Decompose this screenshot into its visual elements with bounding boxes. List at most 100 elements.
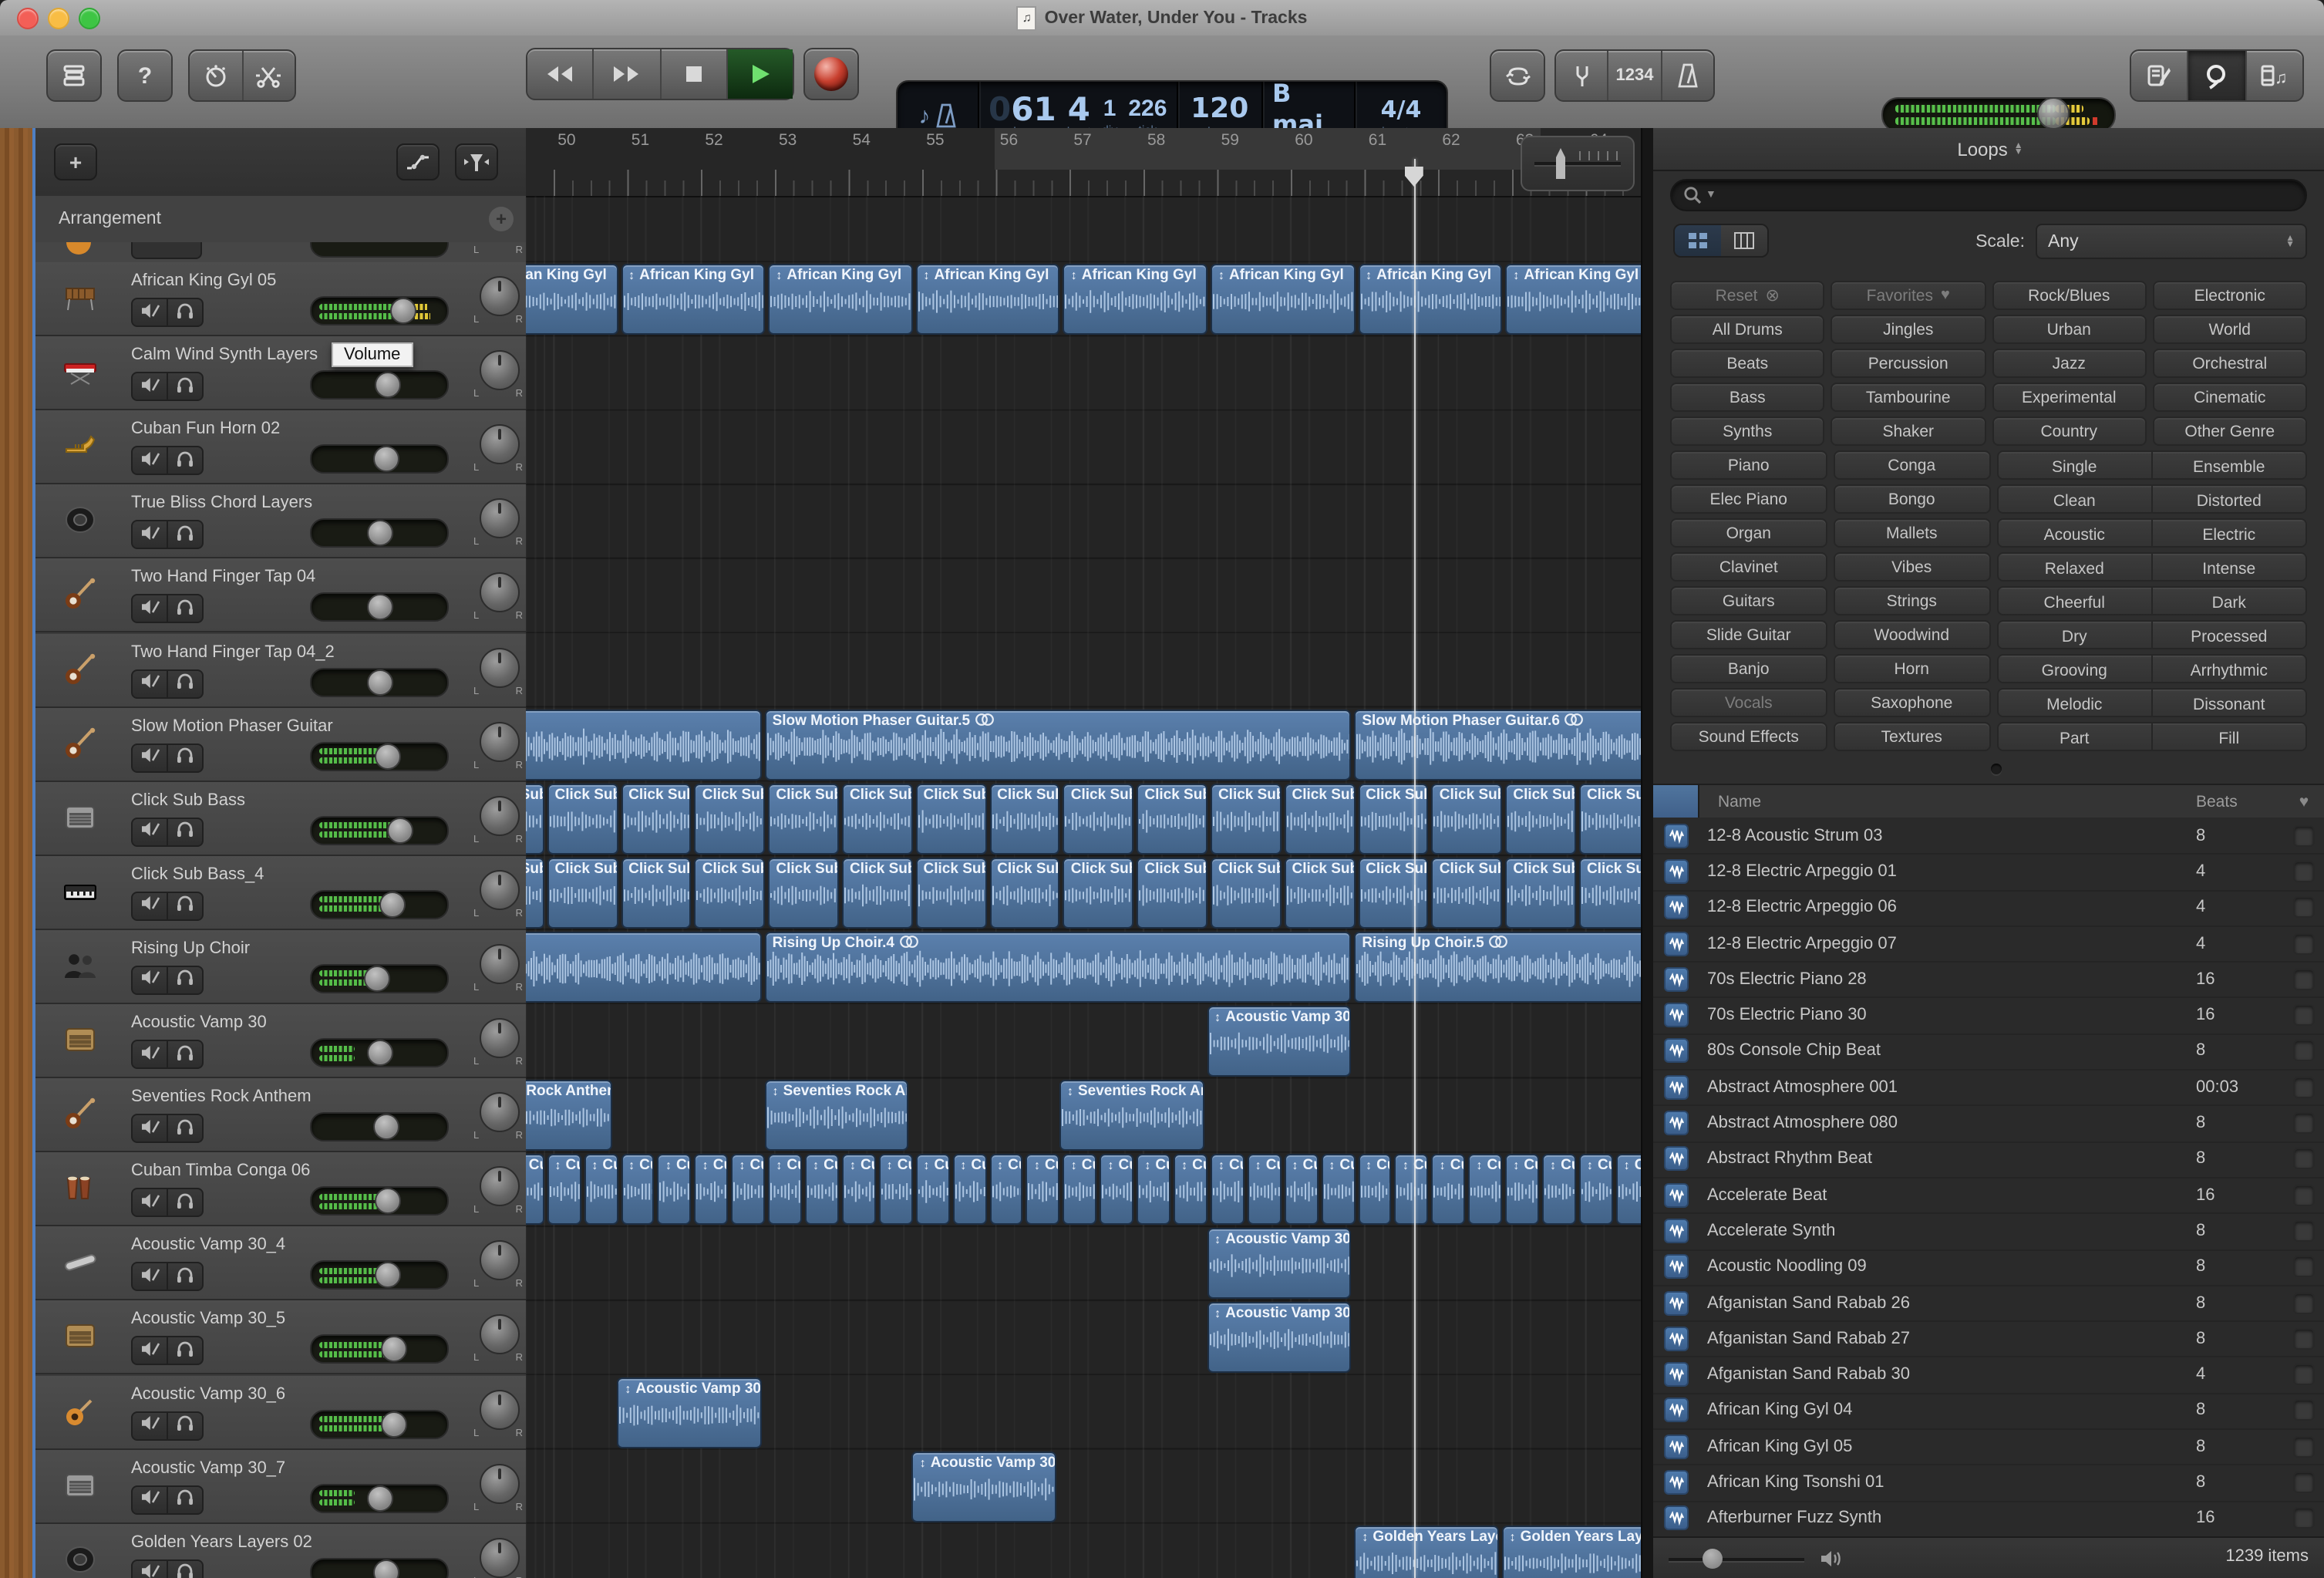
- partial-track-row[interactable]: LR: [35, 242, 526, 264]
- note-pads-button[interactable]: [2131, 51, 2189, 100]
- audio-region[interactable]: Click Sub Bass_2: [1137, 783, 1207, 854]
- mute-button[interactable]: [131, 1114, 168, 1143]
- filter-button-fill[interactable]: Fill: [2153, 723, 2306, 751]
- audio-region[interactable]: ↕Seventies Rock Anthem: [1059, 1080, 1204, 1151]
- audio-region[interactable]: ↕Cuban Timba Conga: [1321, 1154, 1355, 1225]
- track-name[interactable]: Slow Motion Phaser Guitar: [131, 717, 333, 735]
- track-volume-slider[interactable]: [310, 1335, 449, 1364]
- audio-region[interactable]: ↕Cuban Timba Conga: [1542, 1154, 1576, 1225]
- mute-button[interactable]: [131, 892, 168, 921]
- audio-region[interactable]: Click Sub Bass_2: [1505, 783, 1576, 854]
- track-volume-slider[interactable]: [310, 1261, 449, 1290]
- audio-region[interactable]: ↕Cuban Timba Conga: [1469, 1154, 1503, 1225]
- track-header-row[interactable]: True Bliss Chord Layers LR: [35, 485, 526, 559]
- filter-button-saxophone[interactable]: Saxophone: [1834, 688, 1991, 717]
- track-volume-slider[interactable]: [310, 1483, 449, 1512]
- track-name[interactable]: Click Sub Bass: [131, 791, 245, 809]
- solo-button[interactable]: [168, 1559, 204, 1578]
- audio-region[interactable]: ↕African King Gyl: [1063, 264, 1207, 335]
- favorite-checkbox[interactable]: [2293, 932, 2315, 954]
- icon-column-header[interactable]: [1653, 785, 1699, 818]
- pan-knob[interactable]: [480, 1315, 520, 1355]
- track-name[interactable]: Two Hand Finger Tap 04_2: [131, 642, 335, 661]
- mute-button[interactable]: [131, 372, 168, 401]
- solo-button[interactable]: [168, 595, 204, 624]
- audio-region[interactable]: ↕Acoustic Vamp 30: [617, 1377, 761, 1448]
- audio-region[interactable]: ↕African King Gyl: [916, 264, 1060, 335]
- stop-button[interactable]: [661, 49, 728, 99]
- track-name[interactable]: Calm Wind Synth Layers: [131, 346, 318, 364]
- favorite-checkbox[interactable]: [2293, 1508, 2315, 1529]
- loop-browser-header[interactable]: Loops ▲▼: [1653, 128, 2324, 171]
- solo-button[interactable]: [168, 1188, 204, 1217]
- audio-region[interactable]: Rising Up Choir.4: [765, 932, 1352, 1003]
- audio-region[interactable]: ↕Cuban Timba Conga: [1137, 1154, 1170, 1225]
- favorite-checkbox[interactable]: [2293, 1040, 2315, 1062]
- mute-button[interactable]: [131, 521, 168, 550]
- pan-knob[interactable]: [480, 573, 520, 613]
- favorite-checkbox[interactable]: [2293, 1400, 2315, 1421]
- track-name[interactable]: True Bliss Chord Layers: [131, 494, 312, 513]
- track-header-row[interactable]: Acoustic Vamp 30_5 LR: [35, 1301, 526, 1375]
- track-volume-slider[interactable]: [310, 444, 449, 474]
- quick-help-button[interactable]: ?: [117, 49, 173, 102]
- filter-button-reset[interactable]: Reset⊗: [1670, 281, 1825, 310]
- filter-button-cheerful[interactable]: Cheerful: [1998, 588, 2153, 615]
- audio-region[interactable]: Click Sub Bass_7: [547, 858, 618, 929]
- mute-button[interactable]: [131, 1411, 168, 1440]
- filter-button-other-genre[interactable]: Other Genre: [2153, 416, 2308, 446]
- track-name[interactable]: Seventies Rock Anthem: [131, 1087, 312, 1106]
- filter-button-horn[interactable]: Horn: [1834, 654, 1991, 683]
- mute-button[interactable]: [131, 595, 168, 624]
- track-header-row[interactable]: Acoustic Vamp 30 LR: [35, 1004, 526, 1078]
- smart-controls-button[interactable]: [190, 51, 243, 100]
- loop-list-item[interactable]: Afganistan Sand Rabab 27 8: [1653, 1320, 2324, 1358]
- loop-list-item[interactable]: Abstract Rhythm Beat 8: [1653, 1141, 2324, 1178]
- track-volume-slider[interactable]: [310, 1038, 449, 1067]
- volume-thumb[interactable]: [373, 1559, 399, 1578]
- tuner-button[interactable]: [1556, 51, 1609, 100]
- track-volume-slider[interactable]: [310, 1409, 449, 1438]
- audio-region[interactable]: Click Sub Bass_2: [1358, 783, 1429, 854]
- audio-region[interactable]: Click Sub Bass_2: [1211, 783, 1282, 854]
- audio-region[interactable]: ↕Cuban Timba Conga: [989, 1154, 1023, 1225]
- name-column-header[interactable]: Name: [1699, 792, 2196, 811]
- pan-knob[interactable]: [480, 350, 520, 390]
- track-header-row[interactable]: Click Sub Bass_4 LR: [35, 856, 526, 930]
- mute-button[interactable]: [131, 1040, 168, 1069]
- loop-list-item[interactable]: 12-8 Electric Arpeggio 07 4: [1653, 926, 2324, 963]
- filter-button-acoustic[interactable]: Acoustic: [1998, 520, 2153, 548]
- audio-region[interactable]: Click Sub Bass_2: [842, 783, 913, 854]
- audio-region[interactable]: ↕Cuban Timba Conga: [1432, 1154, 1466, 1225]
- mute-button[interactable]: [131, 1485, 168, 1514]
- loop-list-item[interactable]: Afganistan Sand Rabab 30 4: [1653, 1357, 2324, 1394]
- volume-thumb[interactable]: [367, 1485, 393, 1511]
- loop-list-item[interactable]: Acoustic Noodling 09 8: [1653, 1249, 2324, 1286]
- audio-region[interactable]: Slow Motion Phaser Guitar.4: [526, 709, 762, 780]
- audio-region[interactable]: ↕Cuban Timba Conga: [1285, 1154, 1319, 1225]
- filter-button-electric[interactable]: Electric: [2153, 520, 2306, 548]
- volume-thumb[interactable]: [373, 446, 399, 472]
- audio-region[interactable]: ↕Cuban Timba Conga: [768, 1154, 802, 1225]
- audio-region[interactable]: ↕Cuban Timba Conga: [526, 1154, 544, 1225]
- add-track-button[interactable]: +: [54, 143, 97, 180]
- favorite-checkbox[interactable]: [2293, 1435, 2315, 1457]
- time-ruler[interactable]: 505152535455565758596061626364: [526, 128, 1641, 197]
- loop-search-field[interactable]: ▼: [1670, 179, 2307, 211]
- audio-region[interactable]: ↕Cuban Timba Conga: [1211, 1154, 1245, 1225]
- filter-button-bass[interactable]: Bass: [1670, 383, 1825, 412]
- volume-thumb[interactable]: [387, 817, 413, 843]
- favorite-checkbox[interactable]: [2293, 969, 2315, 990]
- mute-button[interactable]: [131, 298, 168, 327]
- mute-button[interactable]: [131, 669, 168, 698]
- partial-volume[interactable]: [310, 242, 449, 258]
- filter-button-ensemble[interactable]: Ensemble: [2153, 452, 2306, 480]
- favorite-checkbox[interactable]: [2293, 1328, 2315, 1350]
- filter-button-percussion[interactable]: Percussion: [1831, 349, 1986, 378]
- favorites-column-header[interactable]: ♥: [2281, 792, 2324, 811]
- track-header-row[interactable]: Acoustic Vamp 30_7 LR: [35, 1449, 526, 1523]
- pan-knob[interactable]: [480, 721, 520, 761]
- audio-region[interactable]: ↕Cuban Timba Conga: [1505, 1154, 1539, 1225]
- volume-thumb[interactable]: [381, 1411, 407, 1437]
- solo-button[interactable]: [168, 1485, 204, 1514]
